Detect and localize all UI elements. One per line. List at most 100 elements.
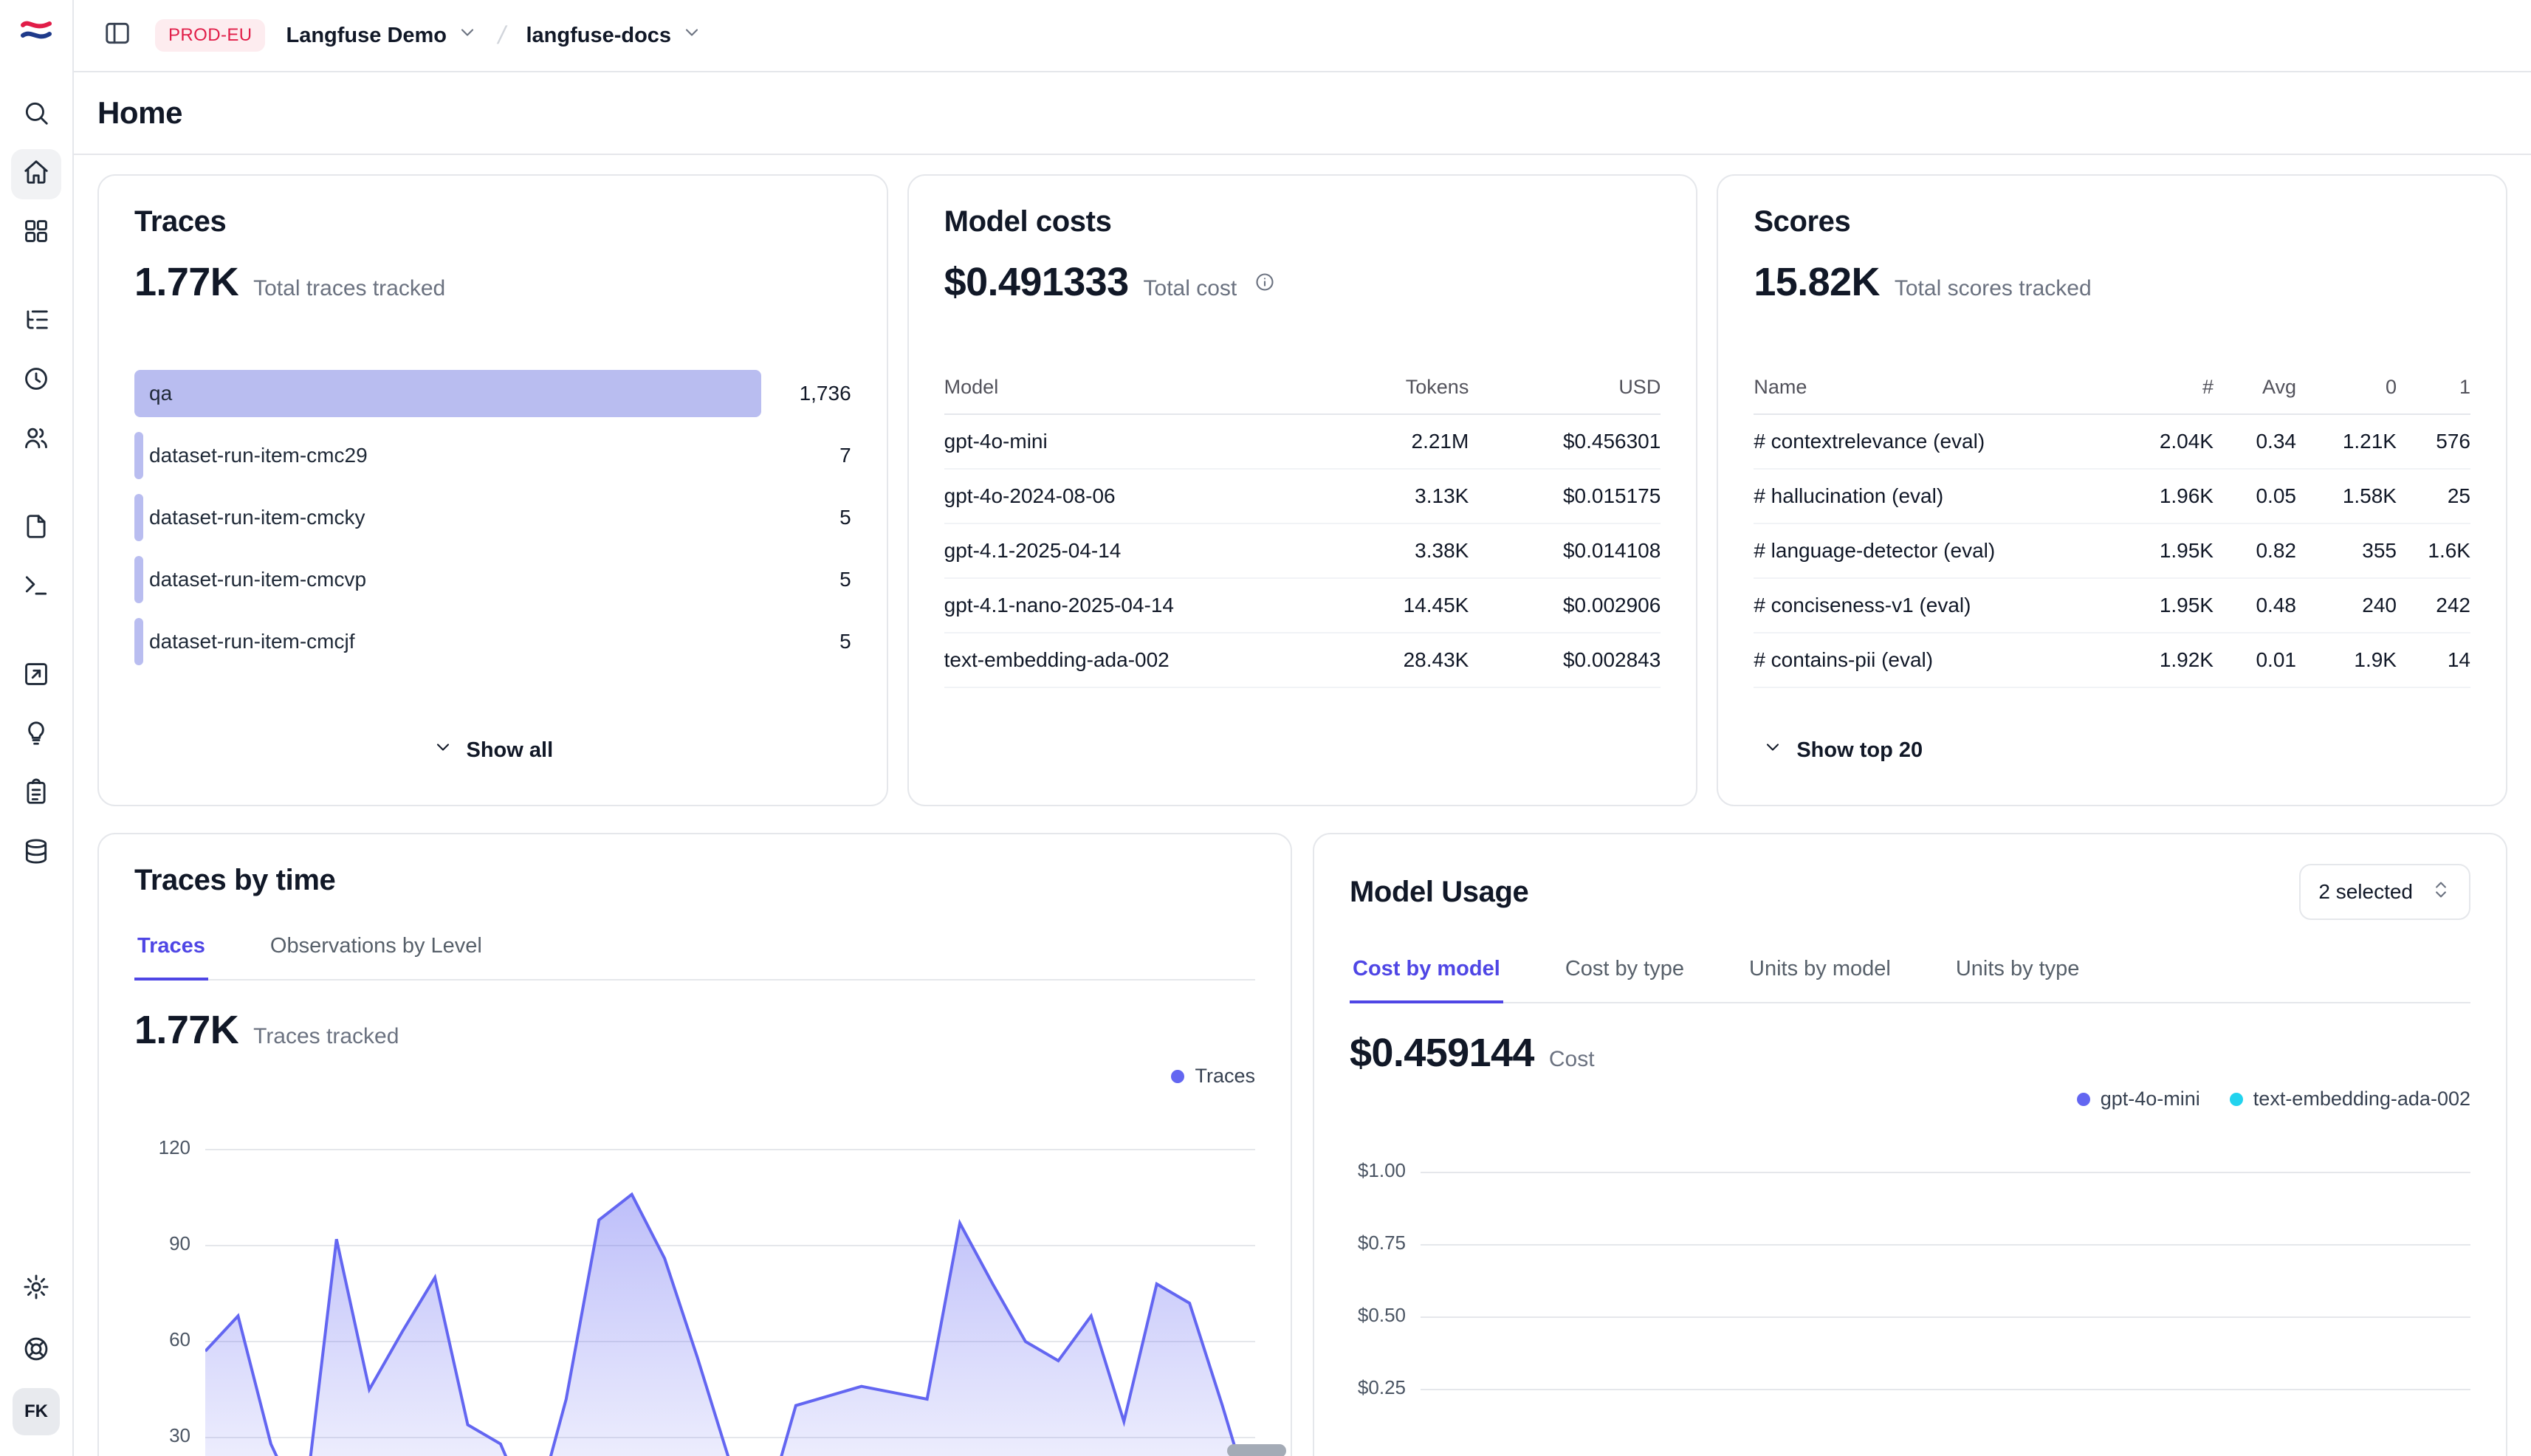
traces-chart: 120906030 (134, 1132, 1255, 1456)
sidebar-item-users[interactable] (11, 415, 61, 465)
cost-line-chart (1421, 1155, 2470, 1413)
trace-name: dataset-run-item-cmc29 (134, 444, 368, 467)
traces-card: Traces 1.77K Total traces tracked qa 1,7… (97, 174, 888, 806)
scores-total-label: Total scores tracked (1895, 276, 2092, 301)
card-title: Traces (134, 205, 851, 238)
trace-count: 5 (828, 630, 851, 653)
trace-count: 7 (828, 444, 851, 467)
scores-table: Name # Avg 0 1 # contextrelevance (eval)… (1754, 367, 2470, 688)
clipboard-list-icon (22, 778, 50, 811)
model-usage-chart: $1.00$0.75$0.50$0.25 (1350, 1155, 2470, 1413)
horizontal-scrollbar-thumb[interactable] (1227, 1444, 1286, 1456)
tab-cost-by-model[interactable]: Cost by model (1350, 941, 1503, 1003)
tab-cost-by-type[interactable]: Cost by type (1562, 941, 1687, 1003)
sidebar-item-home[interactable] (11, 149, 61, 199)
sidebar-item-evaluators[interactable] (11, 710, 61, 760)
chevron-down-icon (681, 22, 702, 49)
langfuse-logo[interactable] (20, 18, 52, 49)
project-name: langfuse-docs (526, 24, 671, 48)
traces-bar-list: qa 1,736 dataset-run-item-cmc29 7 datase… (134, 370, 851, 665)
sidebar-item-evaluation[interactable] (11, 769, 61, 820)
chevrons-up-down-icon (2431, 879, 2451, 905)
show-all-button[interactable]: Show all (134, 725, 851, 775)
sidebar: FK (0, 0, 74, 1456)
topbar: PROD-EU Langfuse Demo / langfuse-docs (74, 0, 2531, 72)
trace-bar-row[interactable]: dataset-run-item-cmcvp 5 (134, 556, 851, 603)
tab-units-by-model[interactable]: Units by model (1746, 941, 1894, 1003)
page-title: Home (97, 95, 182, 131)
grid-icon (22, 217, 50, 250)
model-costs-table: Model Tokens USD gpt-4o-mini 2.21M $0.45… (944, 367, 1661, 688)
sidebar-item-settings[interactable] (11, 1264, 61, 1314)
trace-bar-row[interactable]: qa 1,736 (134, 370, 851, 417)
card-title: Scores (1754, 205, 2470, 238)
traces-total-label: Total traces tracked (253, 276, 445, 301)
project-switcher[interactable]: langfuse-docs (523, 16, 705, 55)
dashboard-content: Traces 1.77K Total traces tracked qa 1,7… (74, 155, 2531, 1456)
model-usage-tabs: Cost by model Cost by type Units by mode… (1350, 941, 2470, 1003)
sidebar-item-support[interactable] (11, 1326, 61, 1376)
trace-bar (134, 370, 761, 417)
sidebar-item-annotation[interactable] (11, 651, 61, 701)
sidebar-item-dashboards[interactable] (11, 208, 61, 258)
tab-units-by-type[interactable]: Units by type (1953, 941, 2083, 1003)
legend-dot (2230, 1093, 2243, 1106)
clock-icon (22, 365, 50, 398)
panel-left-icon (103, 19, 131, 52)
table-header: Model Tokens USD (944, 367, 1661, 415)
table-row: gpt-4o-mini 2.21M $0.456301 (944, 415, 1661, 470)
environment-badge: PROD-EU (155, 19, 265, 52)
sidebar-toggle-button[interactable] (97, 13, 137, 58)
model-select-dropdown[interactable]: 2 selected (2299, 864, 2470, 920)
terminal-icon (22, 571, 50, 605)
trace-name: dataset-run-item-cmcjf (134, 630, 355, 653)
sidebar-item-prompts[interactable] (11, 504, 61, 554)
trace-bar-row[interactable]: dataset-run-item-cmcjf 5 (134, 618, 851, 665)
traces-by-time-tabs: Traces Observations by Level (134, 918, 1255, 981)
legend-dot (1171, 1070, 1184, 1083)
app-root: FK PROD-EU Langfuse Demo / langfuse-docs… (0, 0, 2531, 1456)
legend-dot (2077, 1093, 2090, 1106)
traces-tracked-value: 1.77K (134, 1007, 238, 1053)
sidebar-item-tracing[interactable] (11, 297, 61, 347)
tab-observations-by-level[interactable]: Observations by Level (267, 918, 485, 981)
show-top-20-button[interactable]: Show top 20 (1754, 725, 2470, 775)
file-text-icon (22, 512, 50, 546)
chart-legend: Traces (134, 1065, 1255, 1088)
user-avatar[interactable]: FK (13, 1388, 60, 1435)
model-costs-total: $0.491333 (944, 259, 1129, 305)
list-tree-icon (22, 306, 50, 339)
traces-tracked-label: Traces tracked (253, 1024, 399, 1049)
trace-count: 5 (828, 506, 851, 529)
legend-item: Traces (1171, 1065, 1255, 1088)
scores-card: Scores 15.82K Total scores tracked Name … (1717, 174, 2507, 806)
table-row: gpt-4.1-2025-04-14 3.38K $0.014108 (944, 524, 1661, 579)
chart-legend: gpt-4o-mini text-embedding-ada-002 (1350, 1088, 2470, 1110)
trace-bar-row[interactable]: dataset-run-item-cmcky 5 (134, 494, 851, 541)
model-usage-card: Model Usage 2 selected Cost by model Cos… (1313, 833, 2507, 1456)
traces-by-time-card: Traces by time Traces Observations by Le… (97, 833, 1292, 1456)
table-row: # conciseness-v1 (eval) 1.95K 0.48 240 2… (1754, 579, 2470, 633)
org-switcher[interactable]: Langfuse Demo (283, 16, 481, 55)
trace-count: 5 (828, 568, 851, 591)
home-icon (22, 158, 50, 191)
database-icon (22, 837, 50, 870)
breadcrumb-separator: / (495, 21, 509, 50)
trace-count: 1,736 (788, 382, 851, 405)
sidebar-item-datasets[interactable] (11, 828, 61, 879)
sidebar-item-search[interactable] (11, 90, 61, 140)
life-buoy-icon (22, 1335, 50, 1368)
chevron-down-icon (1762, 737, 1783, 763)
table-row: text-embedding-ada-002 28.43K $0.002843 (944, 633, 1661, 688)
sidebar-item-sessions[interactable] (11, 356, 61, 406)
trace-bar-row[interactable]: dataset-run-item-cmc29 7 (134, 432, 851, 479)
card-title: Traces by time (134, 864, 1255, 897)
sidebar-item-playground[interactable] (11, 563, 61, 613)
page-header: Home (74, 72, 2531, 155)
trace-name: dataset-run-item-cmcvp (134, 568, 366, 591)
info-icon[interactable] (1254, 272, 1275, 292)
cost-label: Cost (1549, 1047, 1595, 1072)
legend-item: text-embedding-ada-002 (2230, 1088, 2470, 1110)
tab-traces[interactable]: Traces (134, 918, 208, 981)
chevron-down-icon (457, 22, 478, 49)
